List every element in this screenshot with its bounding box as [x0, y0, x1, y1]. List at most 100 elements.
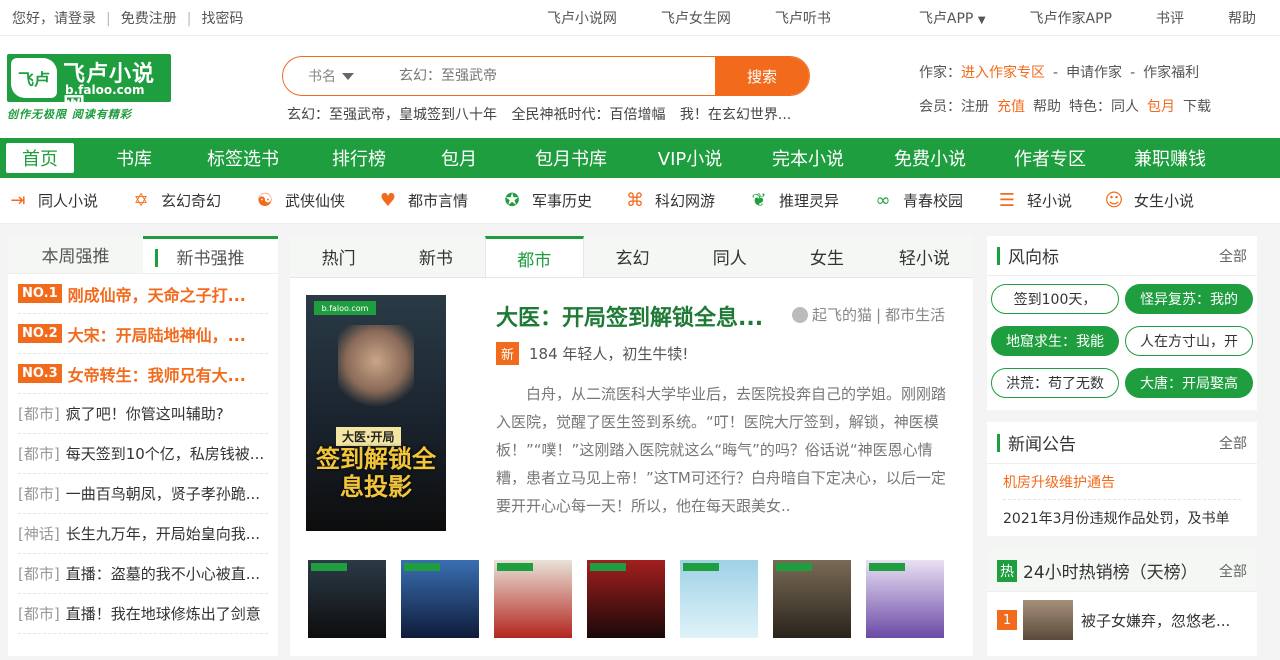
gamepad-icon: ⌘: [626, 190, 644, 211]
trend-pill[interactable]: 洪荒：苟了无数: [991, 368, 1119, 398]
nav-library[interactable]: 书库: [90, 145, 178, 171]
top-link-author-app[interactable]: 飞卢作家APP: [1030, 8, 1112, 28]
list-item[interactable]: [都市] 每天签到10个亿，私房钱被...: [18, 434, 268, 474]
nav-author-zone[interactable]: 作者专区: [990, 145, 1110, 171]
news-item[interactable]: 2021年3月份违规作品处罚，及书单: [1003, 500, 1241, 536]
top-link-audio[interactable]: 飞卢听书: [775, 8, 831, 28]
list-item[interactable]: [都市] 一曲百鸟朝凤，贤子孝孙跪...: [18, 474, 268, 514]
trend-pill[interactable]: 签到100天，: [991, 284, 1119, 314]
search-button[interactable]: 搜索: [715, 57, 809, 95]
nav-home[interactable]: 首页: [6, 143, 74, 173]
top-bar-links: 飞卢小说网 飞卢女生网 飞卢听书 飞卢APP ▼ 飞卢作家APP 书评 帮助: [503, 8, 1268, 28]
login-link[interactable]: 您好，请登录: [12, 11, 96, 27]
top-link-app[interactable]: 飞卢APP ▼: [875, 8, 986, 28]
book-thumb[interactable]: [494, 560, 572, 638]
top-link-help[interactable]: 帮助: [1228, 8, 1256, 28]
hot-word[interactable]: 玄幻：至强武帝，皇城签到八十年: [287, 107, 497, 123]
nav-monthly[interactable]: 包月: [410, 145, 508, 171]
category-light-novel[interactable]: ☰ 轻小说: [995, 189, 1102, 213]
yin-yang-icon: ☯: [256, 190, 274, 211]
author-welfare-link[interactable]: 作家福利: [1143, 65, 1199, 81]
search-category-select[interactable]: 书名: [283, 57, 379, 95]
list-item[interactable]: [都市] 直播！我在地球修炼出了剑意: [18, 594, 268, 634]
book-thumb[interactable]: [308, 560, 386, 638]
news-all-link[interactable]: 全部: [1219, 433, 1247, 453]
site-logo[interactable]: 飞卢 飞卢小说网 b.faloo.com 创作无极限 阅读有精彩: [7, 54, 171, 134]
news-item[interactable]: 机房升级维护通告: [1003, 464, 1241, 500]
hot-24h-all-link[interactable]: 全部: [1219, 561, 1247, 581]
trend-all-link[interactable]: 全部: [1219, 246, 1247, 266]
caret-down-icon: [342, 72, 354, 80]
find-password-link[interactable]: 找密码: [201, 11, 243, 27]
nav-vip[interactable]: VIP小说: [634, 145, 746, 171]
tab-light-novel[interactable]: 轻小说: [876, 236, 973, 277]
category-fantasy[interactable]: ✡ 玄幻奇幻: [129, 189, 253, 213]
list-item[interactable]: NO.1 刚成仙帝，天命之子打...: [18, 274, 268, 314]
tab-new[interactable]: 新书: [387, 236, 484, 277]
category-urban[interactable]: ♥ 都市言情: [376, 189, 500, 213]
tab-urban[interactable]: 都市: [484, 236, 584, 277]
hot-badge: 热: [997, 559, 1017, 582]
tab-new-book-recommend[interactable]: 新书强推: [143, 236, 278, 273]
search-input[interactable]: [379, 57, 715, 95]
top-link-faloo[interactable]: 飞卢小说网: [547, 8, 617, 28]
list-item[interactable]: [神话] 长生九万年，开局始皇向我...: [18, 514, 268, 554]
list-item[interactable]: NO.3 女帝转生：我师兄有大...: [18, 354, 268, 394]
book-arrow-icon: ⇥: [10, 190, 26, 211]
member-register-link[interactable]: 注册: [961, 99, 989, 115]
trend-pill[interactable]: 地窟求生：我能: [991, 326, 1119, 356]
member-help-link[interactable]: 帮助: [1033, 99, 1061, 115]
tab-fantasy[interactable]: 玄幻: [584, 236, 681, 277]
nav-ranking[interactable]: 排行榜: [308, 145, 410, 171]
nav-completed[interactable]: 完本小说: [746, 145, 870, 171]
category-military[interactable]: ✪ 军事历史: [500, 189, 623, 213]
nav-tag-select[interactable]: 标签选书: [178, 145, 308, 171]
tab-hot[interactable]: 热门: [290, 236, 387, 277]
book-thumb[interactable]: [866, 560, 944, 638]
trend-pill[interactable]: 大唐：开局娶高: [1125, 368, 1253, 398]
hot-word[interactable]: 我！在玄幻世界...: [680, 107, 791, 123]
book-thumb[interactable]: [680, 560, 758, 638]
nav-monthly-library[interactable]: 包月书库: [508, 145, 634, 171]
book-thumb[interactable]: [773, 560, 851, 638]
register-link[interactable]: 免费注册: [121, 11, 177, 27]
featured-title[interactable]: 大医：开局签到解锁全息...: [496, 300, 763, 332]
cover-logo: [497, 563, 533, 571]
category-scifi[interactable]: ⌘ 科幻网游: [623, 189, 747, 213]
category-wuxia[interactable]: ☯ 武侠仙侠: [253, 189, 376, 213]
latest-chapter[interactable]: 新 184 年轻人，初生牛犊!: [496, 342, 688, 365]
category-youth[interactable]: ∞ 青春校园: [871, 189, 995, 213]
fanfic-link[interactable]: 同人: [1111, 99, 1139, 115]
nav-free[interactable]: 免费小说: [870, 145, 990, 171]
book-thumb: [1023, 600, 1073, 640]
tab-girl[interactable]: 女生: [778, 236, 875, 277]
top-link-review[interactable]: 书评: [1156, 8, 1184, 28]
category-mystery[interactable]: ❦ 推理灵异: [747, 189, 871, 213]
recharge-link[interactable]: 充值: [997, 99, 1025, 115]
top-link-girl[interactable]: 飞卢女生网: [661, 8, 731, 28]
monthly-link[interactable]: 包月: [1147, 99, 1175, 115]
heart-icon: ♥: [379, 190, 397, 211]
category-fanfic[interactable]: ⇥ 同人小说: [6, 189, 129, 213]
list-item[interactable]: [都市] 直播：盗墓的我不小心被直...: [18, 554, 268, 594]
category-girl[interactable]: ☺ 女生小说: [1102, 189, 1194, 213]
category-row: ⇥ 同人小说 ✡ 玄幻奇幻 ☯ 武侠仙侠 ♥ 都市言情 ✪ 军事历史 ⌘ 科幻网游 ❦ 推理灵…: [0, 178, 1280, 224]
list-item[interactable]: 1 被子女嫌弃，忽悠老...: [987, 592, 1257, 648]
military-badge-icon: ✪: [504, 190, 520, 211]
tab-fanfic[interactable]: 同人: [681, 236, 778, 277]
nav-parttime[interactable]: 兼职赚钱: [1110, 145, 1230, 171]
list-item[interactable]: NO.2 大宋：开局陆地神仙，...: [18, 314, 268, 354]
rank-number: 1: [997, 610, 1017, 630]
trend-pill[interactable]: 怪异复苏：我的: [1125, 284, 1253, 314]
top-bar-left: 您好，请登录 | 免费注册 | 找密码: [12, 10, 244, 27]
book-thumb[interactable]: [401, 560, 479, 638]
apply-author-link[interactable]: 申请作家: [1066, 65, 1122, 81]
enter-author-zone-link[interactable]: 进入作家专区: [961, 65, 1045, 81]
tab-weekly-recommend[interactable]: 本周强推: [8, 236, 143, 273]
featured-cover[interactable]: b.faloo.com 大医·开局 签到解锁全息投影: [306, 295, 446, 531]
book-thumb[interactable]: [587, 560, 665, 638]
list-item[interactable]: [都市] 疯了吧！你管这叫辅助?: [18, 394, 268, 434]
download-link[interactable]: 下载: [1183, 99, 1211, 115]
hot-word[interactable]: 全民神祇时代：百倍增幅: [511, 107, 665, 123]
trend-pill[interactable]: 人在方寸山，开: [1125, 326, 1253, 356]
